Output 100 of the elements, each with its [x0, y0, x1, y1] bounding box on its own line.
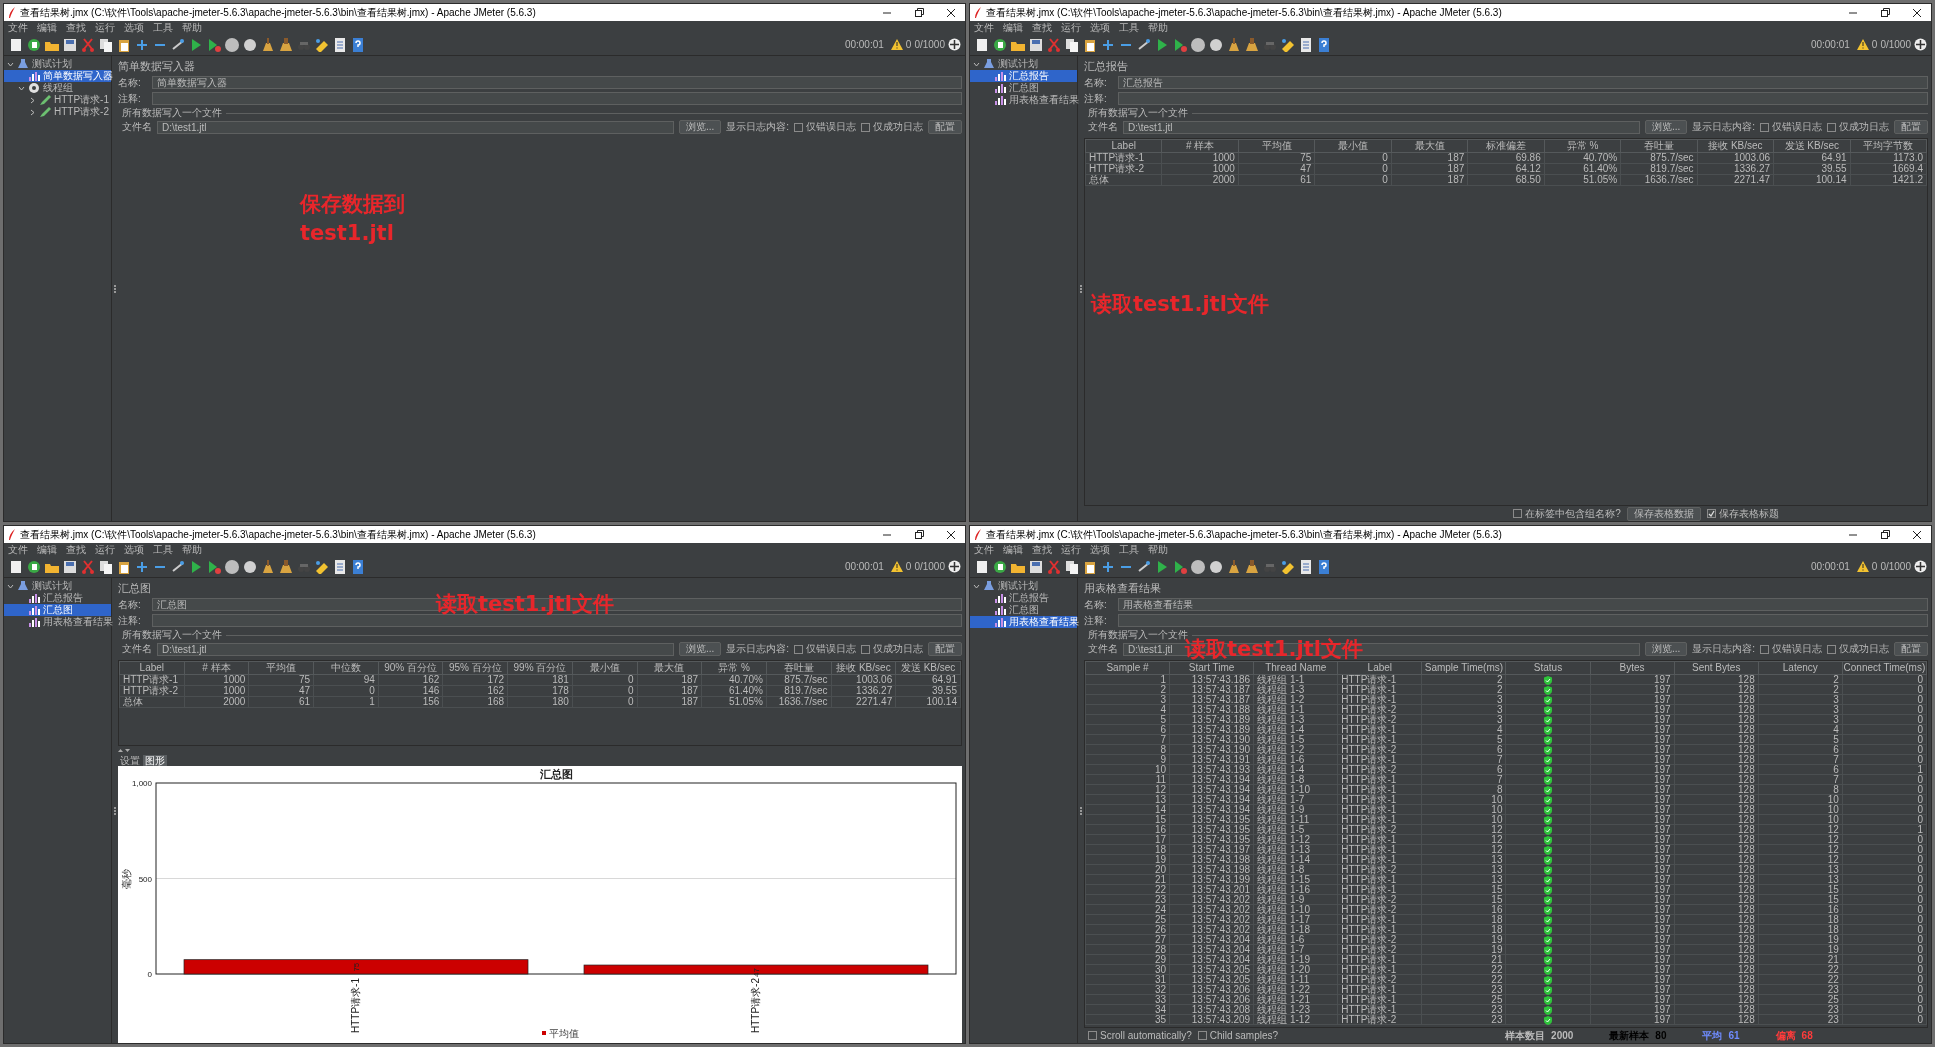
filename-field[interactable]: D:\test1.jtl [157, 120, 674, 134]
reset-search-icon[interactable] [314, 37, 329, 52]
remote-start-icon[interactable] [948, 560, 961, 573]
warning-icon[interactable] [890, 561, 903, 572]
help-icon[interactable] [1316, 37, 1331, 52]
column-header[interactable]: Latency [1758, 661, 1843, 675]
new-file-icon[interactable] [8, 559, 23, 574]
menu-item[interactable]: 运行 [1061, 22, 1081, 33]
shutdown-icon[interactable] [242, 37, 257, 52]
splitter-handle-icon[interactable] [114, 806, 116, 815]
new-file-icon[interactable] [974, 37, 989, 52]
remote-start-icon[interactable] [1914, 560, 1927, 573]
plus-icon[interactable] [134, 559, 149, 574]
paste-icon[interactable] [1082, 559, 1097, 574]
splitter-handle-icon[interactable] [1080, 284, 1082, 293]
reset-search-icon[interactable] [1280, 559, 1295, 574]
templates-icon[interactable] [992, 559, 1007, 574]
toggle-icon[interactable] [170, 559, 185, 574]
shutdown-icon[interactable] [1208, 37, 1223, 52]
menu-item[interactable]: 查找 [66, 544, 86, 555]
menu-item[interactable]: 运行 [95, 544, 115, 555]
chevron-down-icon[interactable] [973, 60, 980, 68]
tree-item[interactable]: 用表格查看结果 [4, 616, 111, 628]
help-icon[interactable] [350, 37, 365, 52]
plus-icon[interactable] [1100, 37, 1115, 52]
start-no-pauses-icon[interactable] [206, 37, 221, 52]
clear-all-icon[interactable] [278, 37, 293, 52]
checkbox[interactable] [1513, 509, 1523, 518]
new-file-icon[interactable] [974, 559, 989, 574]
stop-icon[interactable] [1190, 559, 1205, 574]
menu-item[interactable]: 文件 [974, 22, 994, 33]
save-icon[interactable] [62, 559, 77, 574]
column-header[interactable]: 平均字节数 [1850, 139, 1927, 153]
function-helper-icon[interactable] [332, 559, 347, 574]
tree-item[interactable]: 汇总图 [970, 604, 1077, 616]
warning-icon[interactable] [890, 39, 903, 50]
column-header[interactable]: Sample Time(ms) [1421, 661, 1506, 675]
checkbox[interactable] [794, 644, 803, 654]
checkbox[interactable] [1760, 644, 1769, 654]
shutdown-icon[interactable] [242, 559, 257, 574]
warning-icon[interactable] [1856, 39, 1869, 50]
stop-icon[interactable] [224, 559, 239, 574]
tree-item[interactable]: 汇总图 [4, 604, 111, 616]
tree-item[interactable]: HTTP请求-1 [4, 94, 111, 106]
paste-icon[interactable] [116, 559, 131, 574]
menu-item[interactable]: 选项 [1090, 22, 1110, 33]
comment-field[interactable] [1118, 614, 1928, 627]
column-header[interactable]: Bytes [1590, 661, 1675, 675]
checkbox[interactable] [794, 122, 803, 132]
tree-item[interactable]: 用表格查看结果 [970, 94, 1077, 106]
tree-item[interactable]: 线程组 [4, 82, 111, 94]
tree-item[interactable]: 测试计划 [970, 58, 1077, 70]
tree-item[interactable]: 汇总报告 [970, 592, 1077, 604]
comment-field[interactable] [152, 92, 962, 105]
column-header[interactable]: Label [1337, 661, 1422, 675]
plus-icon[interactable] [134, 37, 149, 52]
stop-icon[interactable] [224, 37, 239, 52]
filename-field[interactable]: D:\test1.jtl [157, 642, 674, 656]
checkbox[interactable] [1827, 644, 1836, 654]
menu-item[interactable]: 编辑 [1003, 22, 1023, 33]
copy-icon[interactable] [98, 37, 113, 52]
new-file-icon[interactable] [8, 37, 23, 52]
help-icon[interactable] [1316, 559, 1331, 574]
column-header[interactable]: 发送 KB/sec [1773, 139, 1851, 153]
menu-item[interactable]: 查找 [1032, 544, 1052, 555]
stop-icon[interactable] [1190, 37, 1205, 52]
clear-icon[interactable] [260, 37, 275, 52]
toggle-icon[interactable] [1136, 37, 1151, 52]
tab[interactable]: 设置 [118, 755, 142, 766]
menu-item[interactable]: 运行 [1061, 544, 1081, 555]
tree-item[interactable]: 测试计划 [4, 58, 111, 70]
splitter-handle-icon[interactable] [1080, 806, 1082, 815]
toggle-icon[interactable] [170, 37, 185, 52]
column-header[interactable]: Sample # [1085, 661, 1170, 675]
function-helper-icon[interactable] [332, 37, 347, 52]
menu-item[interactable]: 选项 [124, 22, 144, 33]
help-icon[interactable] [350, 559, 365, 574]
checkbox[interactable] [1760, 122, 1769, 132]
comment-field[interactable] [1118, 92, 1928, 105]
menu-item[interactable]: 查找 [66, 22, 86, 33]
menu-item[interactable]: 选项 [124, 544, 144, 555]
column-header[interactable]: Sent Bytes [1674, 661, 1759, 675]
column-header[interactable]: 吞吐量 [766, 661, 832, 675]
menu-item[interactable]: 帮助 [1148, 22, 1168, 33]
column-header[interactable]: 接收 KB/sec [831, 661, 896, 675]
chevron-down-icon[interactable] [7, 582, 14, 590]
splitter-handle-icon[interactable] [114, 284, 116, 293]
browse-button[interactable]: 浏览... [1644, 642, 1688, 656]
column-header[interactable]: 异常 % [1544, 139, 1621, 153]
checkbox[interactable] [1827, 122, 1836, 132]
menu-item[interactable]: 编辑 [1003, 544, 1023, 555]
column-header[interactable]: 最小值 [572, 661, 637, 675]
menu-item[interactable]: 工具 [153, 544, 173, 555]
save-icon[interactable] [1028, 559, 1043, 574]
clear-icon[interactable] [1226, 559, 1241, 574]
start-no-pauses-icon[interactable] [1172, 37, 1187, 52]
comment-field[interactable] [152, 614, 962, 627]
menu-item[interactable]: 编辑 [37, 544, 57, 555]
warning-icon[interactable] [1856, 561, 1869, 572]
checkbox[interactable] [861, 122, 870, 132]
